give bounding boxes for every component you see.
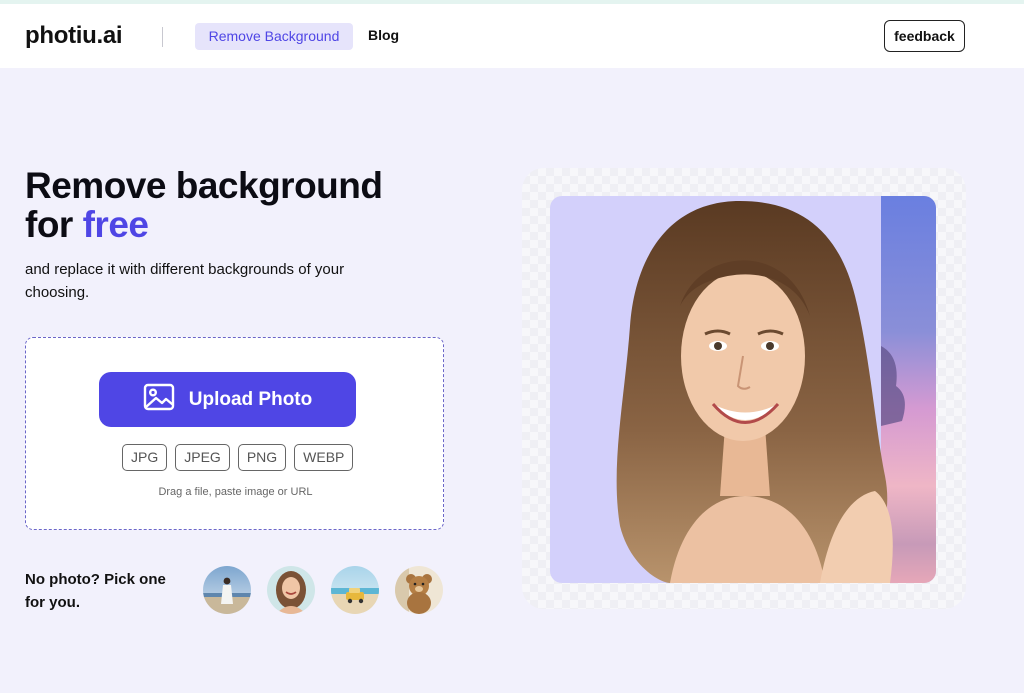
sample-beach-woman[interactable]: [203, 566, 251, 614]
hero-title: Remove background for free: [25, 165, 383, 244]
hero-title-prefix: for: [25, 204, 83, 245]
format-badges: JPG JPEG PNG WEBP: [122, 444, 354, 471]
header: photiu.ai Remove Background Blog feedbac…: [0, 4, 1024, 68]
feedback-button[interactable]: feedback: [884, 20, 965, 52]
format-badge-webp: WEBP: [294, 444, 354, 471]
logo[interactable]: photiu.ai: [25, 22, 123, 50]
sample-teddy-bear[interactable]: [395, 566, 443, 614]
hero-title-accent: free: [82, 204, 149, 245]
upload-photo-button[interactable]: Upload Photo: [99, 372, 356, 427]
nav-remove-background[interactable]: Remove Background: [195, 23, 353, 50]
nav-blog[interactable]: Blog: [368, 27, 399, 43]
hero-title-line2: for free: [25, 205, 382, 244]
format-badge-png: PNG: [237, 444, 287, 471]
format-badge-jpg: JPG: [122, 444, 168, 471]
preview-image: [550, 196, 936, 583]
upload-hint: Drag a file, paste image or URL: [158, 486, 313, 498]
sample-portrait-woman[interactable]: [267, 566, 315, 614]
upload-photo-label: Upload Photo: [188, 388, 313, 410]
upload-dropzone[interactable]: Upload Photo JPG JPEG PNG WEBP Drag a fi…: [25, 337, 444, 530]
sample-car-beach[interactable]: [331, 566, 379, 614]
sample-picker-label: No photo? Pick one for you.: [25, 571, 166, 611]
hero-subtitle: and replace it with different background…: [25, 261, 345, 301]
format-badge-jpeg: JPEG: [175, 444, 230, 471]
nav-divider: [162, 27, 163, 47]
image-icon: [143, 383, 175, 417]
sample-thumbnails: [203, 566, 443, 614]
hero-title-line1: Remove background: [25, 165, 383, 206]
